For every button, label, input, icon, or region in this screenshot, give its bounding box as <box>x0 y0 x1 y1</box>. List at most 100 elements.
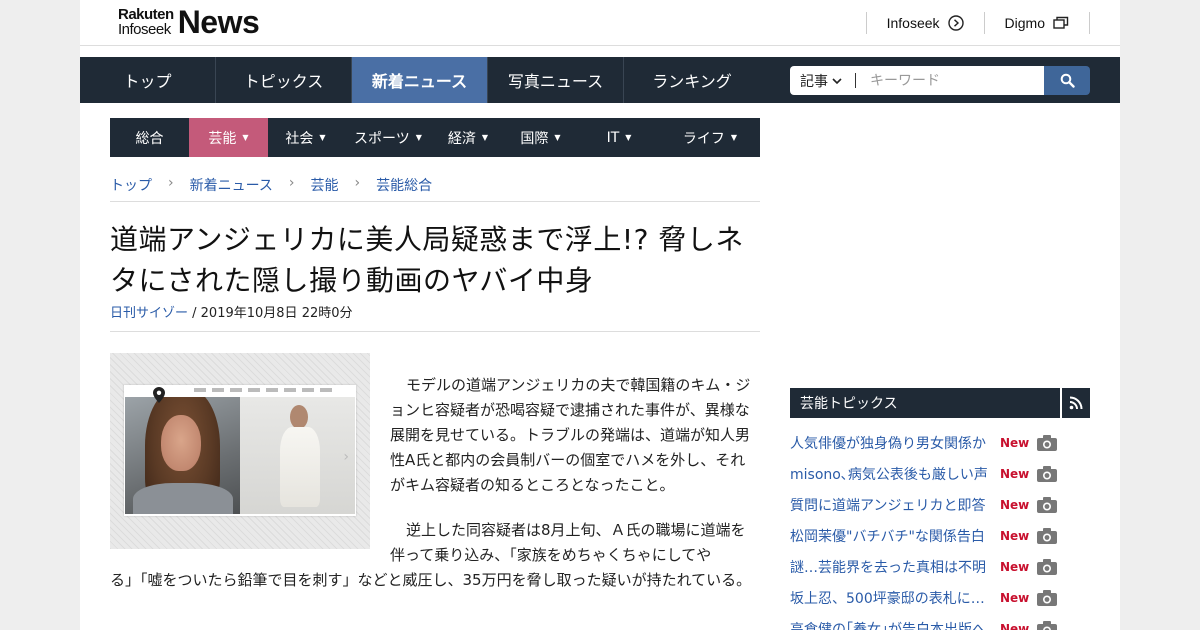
topic-item[interactable]: 松岡茉優"バチバチ"な関係告白 New <box>790 520 1090 551</box>
category-society[interactable]: 社会 ▼ <box>268 118 343 157</box>
topic-item[interactable]: 高倉健の｢養女｣が告白本出版へ New <box>790 613 1090 630</box>
category-label: 社会 <box>285 130 314 147</box>
infoseek-link-label: Infoseek <box>886 15 940 31</box>
rss-button[interactable] <box>1060 388 1090 418</box>
category-it[interactable]: IT ▼ <box>578 118 660 157</box>
category-label: 経済 <box>447 130 476 147</box>
map-pin-icon <box>153 387 165 403</box>
site-menu-decoration <box>194 388 334 392</box>
category-label: スポーツ <box>354 130 410 147</box>
topic-item[interactable]: 坂上忍、500坪豪邸の表札には… New <box>790 582 1090 613</box>
caret-down-icon: ▼ <box>730 133 738 142</box>
category-economy[interactable]: 経済 ▼ <box>433 118 503 157</box>
nav-latest-news[interactable]: 新着ニュース <box>352 57 488 103</box>
camera-icon <box>1037 558 1058 575</box>
caret-down-icon: ▼ <box>242 133 249 142</box>
category-life[interactable]: ライフ ▼ <box>660 118 760 157</box>
model-portrait <box>125 397 240 514</box>
article-image[interactable]: › <box>110 353 370 549</box>
model-full-body-photo: › <box>240 397 355 514</box>
chevron-down-icon <box>832 77 842 84</box>
nav-ranking[interactable]: ランキング <box>624 57 760 103</box>
topic-title[interactable]: 松岡茉優"バチバチ"な関係告白 <box>790 526 988 546</box>
digmo-link[interactable]: Digmo <box>983 12 1090 34</box>
new-badge: New <box>1000 497 1030 512</box>
camera-icon <box>1037 496 1058 513</box>
top-bar: Rakuten Infoseek News Infoseek Digmo <box>80 0 1120 46</box>
breadcrumb-top[interactable]: トップ <box>110 175 152 201</box>
camera-icon <box>1037 589 1058 606</box>
category-nav: 総合 芸能 ▼ 社会 ▼ スポーツ ▼ 経済 ▼ 国際 ▼ IT ▼ ライフ ▼ <box>110 118 760 157</box>
topic-list: 人気俳優が独身偽り男女関係か New misono､病気公表後も厳しい声 New… <box>790 427 1090 630</box>
breadcrumb-latest-news[interactable]: 新着ニュース <box>190 175 273 201</box>
topic-item[interactable]: 人気俳優が独身偽り男女関係か New <box>790 427 1090 458</box>
nav-top[interactable]: トップ <box>80 57 216 103</box>
main-nav: トップ トピックス 新着ニュース 写真ニュース ランキング 記事 <box>80 57 1120 103</box>
caret-down-icon: ▼ <box>481 133 489 142</box>
nav-topics[interactable]: トピックス <box>216 57 352 103</box>
sidebar-title[interactable]: 芸能トピックス <box>790 388 1060 418</box>
chevron-right-icon: › <box>168 175 174 191</box>
topic-item[interactable]: 謎…芸能界を去った真相は不明 New <box>790 551 1090 582</box>
new-badge: New <box>1000 590 1030 605</box>
caret-down-icon: ▼ <box>625 133 632 142</box>
caret-down-icon: ▼ <box>415 133 422 142</box>
breadcrumb-entertainment[interactable]: 芸能 <box>311 175 339 201</box>
logo-wordmark: Rakuten Infoseek <box>118 7 174 37</box>
camera-icon <box>1037 527 1058 544</box>
article-paragraph: モデルの道端アンジェリカの夫で韓国籍のキム・ジョンヒ容疑者が恐喝容疑で逮捕された… <box>390 376 751 494</box>
breadcrumb-entertainment-general[interactable]: 芸能総合 <box>376 175 432 201</box>
category-label: 総合 <box>135 130 164 147</box>
windows-icon <box>1053 16 1069 29</box>
category-label: IT <box>606 129 620 146</box>
infoseek-link[interactable]: Infoseek <box>865 12 984 34</box>
sidebar-header: 芸能トピックス <box>790 388 1090 418</box>
search-button[interactable] <box>1044 66 1090 95</box>
article-title: 道端アンジェリカに美人局疑惑まで浮上!? 脅しネタにされた隠し撮り動画のヤバイ中… <box>110 223 744 297</box>
article-paragraph-continued: る」「嘘をついたら鉛筆で目を刺す」などと威圧し、35万円を脅し取った疑いが持たれ… <box>110 571 752 589</box>
category-label: ライフ <box>682 130 725 147</box>
camera-icon <box>1037 434 1058 451</box>
topic-title[interactable]: 謎…芸能界を去った真相は不明 <box>790 557 988 577</box>
topic-title[interactable]: 質問に道端アンジェリカと即答 <box>790 495 988 515</box>
camera-icon <box>1037 465 1058 482</box>
topic-title[interactable]: 高倉健の｢養女｣が告白本出版へ <box>790 619 988 630</box>
chevron-right-icon: › <box>288 175 295 191</box>
topic-item[interactable]: 質問に道端アンジェリカと即答 New <box>790 489 1090 520</box>
top-links: Infoseek Digmo <box>865 12 1090 34</box>
logo-product: News <box>177 4 260 40</box>
breadcrumb: トップ › 新着ニュース › 芸能 › 芸能総合 <box>110 175 760 202</box>
chevron-right-icon: › <box>354 175 361 191</box>
new-badge: New <box>1000 528 1030 543</box>
page: Rakuten Infoseek News Infoseek Digmo トップ… <box>80 0 1120 630</box>
category-general[interactable]: 総合 <box>110 118 189 157</box>
search-input[interactable] <box>856 66 1044 95</box>
arrow-circle-icon <box>947 15 964 31</box>
topic-title[interactable]: 人気俳優が独身偽り男女関係か <box>790 433 988 453</box>
article-source-link[interactable]: 日刊サイゾー <box>110 306 188 321</box>
rss-icon <box>1069 396 1083 410</box>
category-label: 芸能 <box>208 130 237 147</box>
category-international[interactable]: 国際 ▼ <box>503 118 578 157</box>
site-logo[interactable]: Rakuten Infoseek News <box>118 4 260 40</box>
nav-photo-news[interactable]: 写真ニュース <box>488 57 624 103</box>
chevron-right-icon: › <box>343 449 349 465</box>
digmo-link-label: Digmo <box>1004 15 1045 31</box>
search-bar: 記事 <box>790 66 1090 95</box>
logo-brand: Rakuten <box>118 6 174 23</box>
search-icon <box>1060 73 1075 88</box>
category-entertainment[interactable]: 芸能 ▼ <box>189 118 268 157</box>
search-category-label: 記事 <box>800 73 828 90</box>
caret-down-icon: ▼ <box>319 133 326 142</box>
article-date: / 2019年10月8日 22時0分 <box>188 306 353 321</box>
category-label: 国際 <box>520 130 549 147</box>
search-category-select[interactable]: 記事 <box>790 66 856 95</box>
topic-title[interactable]: misono､病気公表後も厳しい声 <box>790 464 988 484</box>
new-badge: New <box>1000 466 1030 481</box>
new-badge: New <box>1000 435 1030 450</box>
topic-title[interactable]: 坂上忍、500坪豪邸の表札には… <box>790 588 988 608</box>
topic-item[interactable]: misono､病気公表後も厳しい声 New <box>790 458 1090 489</box>
caret-down-icon: ▼ <box>554 133 561 142</box>
category-sports[interactable]: スポーツ ▼ <box>343 118 433 157</box>
logo-sub: Infoseek <box>118 21 171 38</box>
